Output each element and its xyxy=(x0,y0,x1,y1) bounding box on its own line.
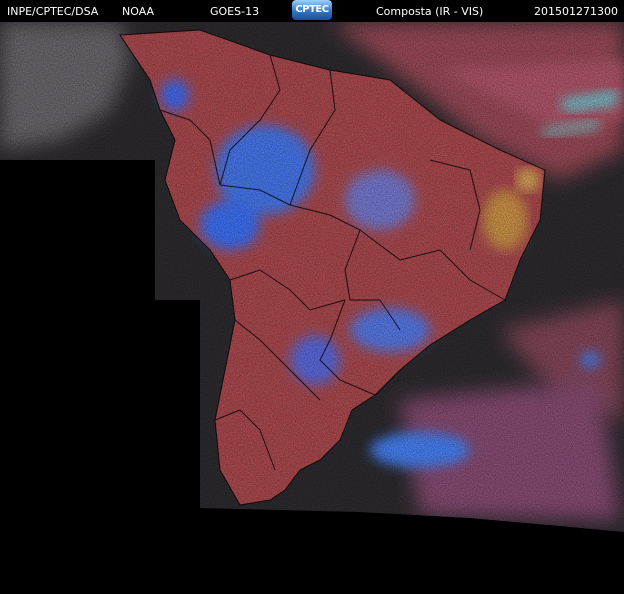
agency-label: NOAA xyxy=(122,5,155,18)
satellite-composite-map xyxy=(0,22,624,532)
cptec-logo: CPTEC xyxy=(292,0,332,20)
product-label: Composta (IR - VIS) xyxy=(376,5,484,18)
image-area xyxy=(0,22,624,532)
institution-label: INPE/CPTEC/DSA xyxy=(7,5,99,18)
satellite-label: GOES-13 xyxy=(210,5,260,18)
header-bar: INPE/CPTEC/DSA NOAA GOES-13 CPTEC Compos… xyxy=(0,0,624,22)
timestamp-label: 201501271300 xyxy=(534,5,618,18)
